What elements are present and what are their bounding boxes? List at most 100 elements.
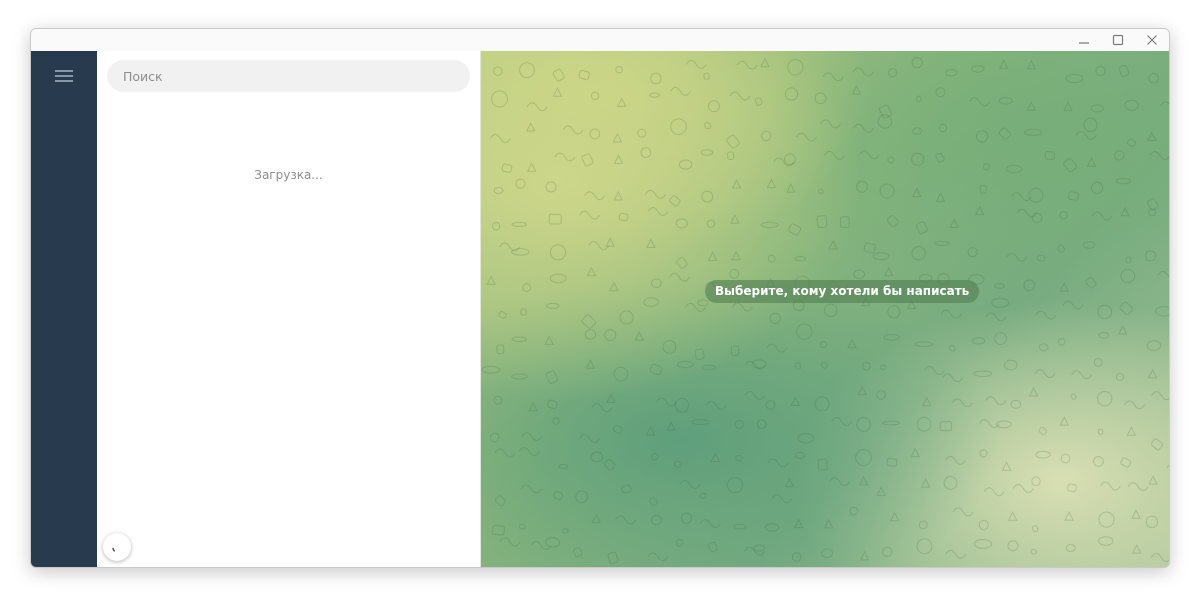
wallpaper-doodle [766,343,788,353]
wallpaper-doodle [548,213,562,225]
minimize-button[interactable] [1067,29,1101,51]
wallpaper-doodle [727,151,735,161]
wallpaper-doodle [528,401,538,412]
wallpaper-doodle [887,156,895,164]
wallpaper-doodle [796,132,817,142]
wallpaper-doodle [1157,270,1169,278]
wallpaper-doodle [1016,208,1038,218]
wallpaper-doodle [666,421,676,431]
wallpaper-doodle [847,338,857,349]
wallpaper-doodle [603,458,616,471]
wallpaper-doodle [979,449,988,458]
wallpaper-doodle [499,242,521,252]
wallpaper-doodle [1147,368,1158,379]
chat-list-panel: Загрузка... [97,51,481,567]
wallpaper-doodle [1057,244,1065,253]
wallpaper-doodle [817,458,828,471]
wallpaper-doodle [944,455,966,465]
wallpaper-doodle [498,311,507,319]
wallpaper-doodle [545,370,559,384]
wallpaper-doodle [787,59,804,76]
maximize-button[interactable] [1101,29,1135,51]
search-input[interactable] [107,60,470,92]
wallpaper-doodle [1011,192,1032,202]
wallpaper-doodle [700,149,714,156]
wallpaper-doodle [820,119,841,129]
wallpaper-doodle [767,458,789,468]
wallpaper-doodle [985,312,1007,322]
wallpaper-doodle [862,361,871,371]
wallpaper-doodle [1031,476,1041,487]
wallpaper-doodle [1065,73,1084,84]
wallpaper-doodle [605,237,616,247]
wallpaper-doodle [1035,450,1051,459]
wallpaper-doodle [882,546,893,557]
wallpaper-doodle [732,302,753,312]
wallpaper-doodle [493,395,503,405]
wallpaper-doodle [1063,157,1078,173]
wallpaper-doodle [1005,164,1023,174]
wallpaper-doodle [578,69,590,80]
wallpaper-doodle [706,219,716,228]
wallpaper-doodle [1124,400,1145,410]
wallpaper-doodle [1007,511,1018,521]
wallpaper-doodle [1028,386,1039,397]
wallpaper-doodle [923,366,945,375]
wallpaper-doodle [1117,325,1128,335]
wallpaper-doodle [545,181,557,193]
wallpaper-doodle [855,449,872,467]
wallpaper-doodle [943,475,958,490]
wallpaper-doodle [1012,484,1034,494]
app-window: Загрузка... Выберите, кому хотели бы нап… [30,28,1170,568]
wallpaper-doodle [648,497,658,507]
wallpaper-doodle [674,397,690,413]
close-button[interactable] [1135,29,1169,51]
wallpaper-doodle [581,153,594,167]
wallpaper-doodle [701,190,714,203]
wallpaper-doodle [486,275,496,285]
wallpaper-doodle [544,335,554,345]
wallpaper-doodle [994,283,1005,289]
wallpaper-doodle [1125,256,1132,264]
wallpaper-doodle [494,495,506,507]
wallpaper-doodle [949,218,959,228]
wallpaper-doodle [879,364,887,371]
wallpaper-doodle [839,216,850,229]
wallpaper-doodle [584,191,606,201]
wallpaper-doodle [911,246,926,261]
wallpaper-doodle [549,244,567,261]
wallpaper-doodle [489,134,511,143]
wallpaper-doodle [935,192,946,202]
wallpaper-doodle [858,475,869,486]
wallpaper-doodle [920,478,931,488]
wallpaper-doodle [817,188,824,195]
wallpaper-doodle [677,360,694,369]
wallpaper-doodle [522,283,532,293]
wallpaper-doodle [1100,481,1121,491]
wallpaper-doodle [651,452,659,461]
wallpaper-doodle-pattern [481,57,1169,565]
wallpaper-doodle [585,359,596,369]
wallpaper-doodle [730,213,740,224]
wallpaper-doodle [679,479,701,489]
wallpaper-doodle [766,178,777,189]
wallpaper-doodle [1034,369,1056,379]
wallpaper-doodle [769,312,781,324]
wallpaper-doodle [978,519,989,531]
wallpaper-doodle [588,240,609,250]
wallpaper-doodle [554,152,576,162]
wallpaper-doodle [1071,370,1093,380]
wallpaper-doodle [888,68,898,78]
wallpaper-doodle [699,492,707,499]
select-chat-placeholder: Выберите, кому хотели бы написать [705,280,980,303]
wallpaper-doodle [948,344,956,352]
title-bar[interactable] [31,29,1169,52]
wallpaper-doodle [767,254,776,263]
wallpaper-doodle [1083,117,1098,132]
wallpaper-doodle [694,348,705,361]
main-menu-button[interactable] [52,67,76,85]
wallpaper-doodle [1155,306,1169,317]
wallpaper-doodle [578,210,600,220]
wallpaper-doodle [609,281,619,292]
wallpaper-doodle [797,432,815,444]
